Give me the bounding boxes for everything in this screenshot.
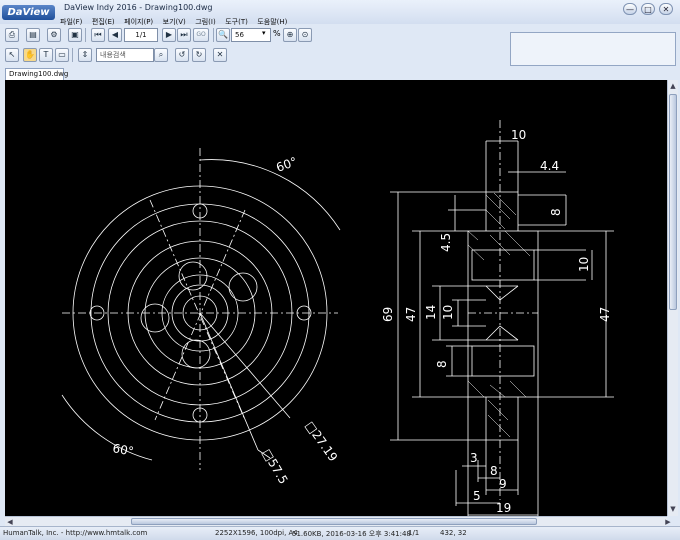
dim-3: 3: [470, 451, 478, 465]
first-page-icon[interactable]: ⏮: [91, 28, 105, 42]
status-bar: HumanTalk, Inc. - http://www.hmtalk.com …: [0, 526, 680, 540]
toolbar-separator: [213, 28, 214, 42]
cad-drawing: 60° 60° □27.19 □57.5 10 4.4 8 4.5 10 69 …: [61, 120, 614, 516]
hand-pan-icon[interactable]: ✋: [23, 48, 37, 62]
zoom-fit-icon[interactable]: ⊙: [298, 28, 312, 42]
restore-button[interactable]: □: [641, 3, 655, 15]
dim-10-top: 10: [511, 128, 526, 142]
app-logo: DaView: [2, 5, 55, 20]
toolbar-separator: [85, 28, 86, 42]
drawing-canvas[interactable]: 60° 60° □27.19 □57.5 10 4.4 8 4.5 10 69 …: [5, 80, 667, 516]
dim-4-5: 4.5: [439, 233, 453, 252]
status-image-info: 2252X1596, 100dpi, A4: [215, 529, 298, 537]
dim-square-57: □57.5: [259, 447, 290, 487]
dim-19: 19: [496, 501, 511, 515]
rotate-left-icon[interactable]: ↺: [175, 48, 189, 62]
dim-10-mid: 10: [441, 305, 455, 320]
dim-69: 69: [381, 307, 395, 322]
dim-5: 5: [473, 489, 481, 503]
vertical-resize-icon[interactable]: ⇕: [78, 48, 92, 62]
settings-icon[interactable]: ⚙: [47, 28, 61, 42]
page-number-input[interactable]: 1/1: [124, 28, 158, 42]
front-view: [61, 148, 341, 470]
dim-angle-top: 60°: [274, 154, 299, 174]
status-company: HumanTalk, Inc. - http://www.hmtalk.com: [3, 529, 148, 537]
fit-page-icon[interactable]: ▣: [68, 28, 82, 42]
dim-47-right: 47: [598, 307, 612, 322]
scroll-up-icon[interactable]: ▲: [668, 81, 678, 91]
page-layout-icon[interactable]: ▤: [26, 28, 40, 42]
zoom-unit: %: [273, 29, 281, 38]
close-search-icon[interactable]: ✕: [213, 48, 227, 62]
rotate-right-icon[interactable]: ↻: [192, 48, 206, 62]
dim-angle-bottom: 60°: [111, 441, 134, 458]
vertical-scroll-thumb[interactable]: [669, 94, 677, 310]
search-icon[interactable]: ⌕: [154, 48, 168, 62]
close-button[interactable]: ✕: [659, 3, 673, 15]
window-title: DaView Indy 2016 - Drawing100.dwg: [64, 3, 213, 12]
dim-8-bottom: 8: [490, 464, 498, 478]
note-tool-icon[interactable]: ▭: [55, 48, 69, 62]
vertical-scrollbar[interactable]: ▲ ▼: [667, 80, 678, 516]
minimize-button[interactable]: —: [623, 3, 637, 15]
zoom-dropdown-arrow-icon[interactable]: ▾: [262, 29, 266, 37]
dim-9: 9: [499, 477, 507, 491]
print-icon[interactable]: ⎙: [5, 28, 19, 42]
zoom-in-icon[interactable]: ⊕: [283, 28, 297, 42]
horizontal-scrollbar[interactable]: ◀ ▶: [5, 516, 671, 526]
horizontal-scroll-thumb[interactable]: [131, 518, 537, 525]
toolbar-separator: [72, 48, 73, 62]
document-tab[interactable]: Drawing100.dwg: [5, 68, 68, 80]
status-file-info: 51.60KB, 2016-03-16 오후 3:41:48: [292, 530, 411, 538]
preview-panel: [510, 32, 676, 66]
select-arrow-icon[interactable]: ↖: [5, 48, 19, 62]
dim-47-left: 47: [404, 307, 418, 322]
text-tool-icon[interactable]: T: [39, 48, 53, 62]
tools-toolbar: ↖ ✋ T ▭ ⇕ 내용검색 ⌕ ↺ ↻ ✕: [0, 47, 510, 65]
dim-8-right: 8: [549, 208, 563, 216]
menu-bar: 파일(F) 편집(E) 페이지(P) 보기(V) 그림(I) 도구(T) 도움말…: [60, 14, 293, 26]
prev-page-icon[interactable]: ◀: [108, 28, 122, 42]
next-page-icon[interactable]: ▶: [162, 28, 176, 42]
main-toolbar: ⎙ ▤ ⚙ ▣ ⏮ ◀ 1/1 ▶ ⏭ GO 🔍 56 ▾ % ⊕ ⊙: [0, 26, 510, 44]
status-page: 1/1: [408, 529, 420, 537]
zoom-out-icon[interactable]: 🔍: [216, 28, 230, 42]
dim-10-right: 10: [577, 257, 591, 272]
dim-square-27: □27.19: [303, 419, 341, 464]
content-search-input[interactable]: 내용검색: [96, 48, 154, 62]
dim-14: 14: [424, 305, 438, 320]
dim-4-4: 4.4: [540, 159, 559, 173]
dim-8-left: 8: [435, 360, 449, 368]
go-button[interactable]: GO: [193, 28, 209, 42]
last-page-icon[interactable]: ⏭: [177, 28, 191, 42]
status-coords: 432, 32: [440, 529, 467, 537]
scroll-down-icon[interactable]: ▼: [668, 504, 678, 514]
